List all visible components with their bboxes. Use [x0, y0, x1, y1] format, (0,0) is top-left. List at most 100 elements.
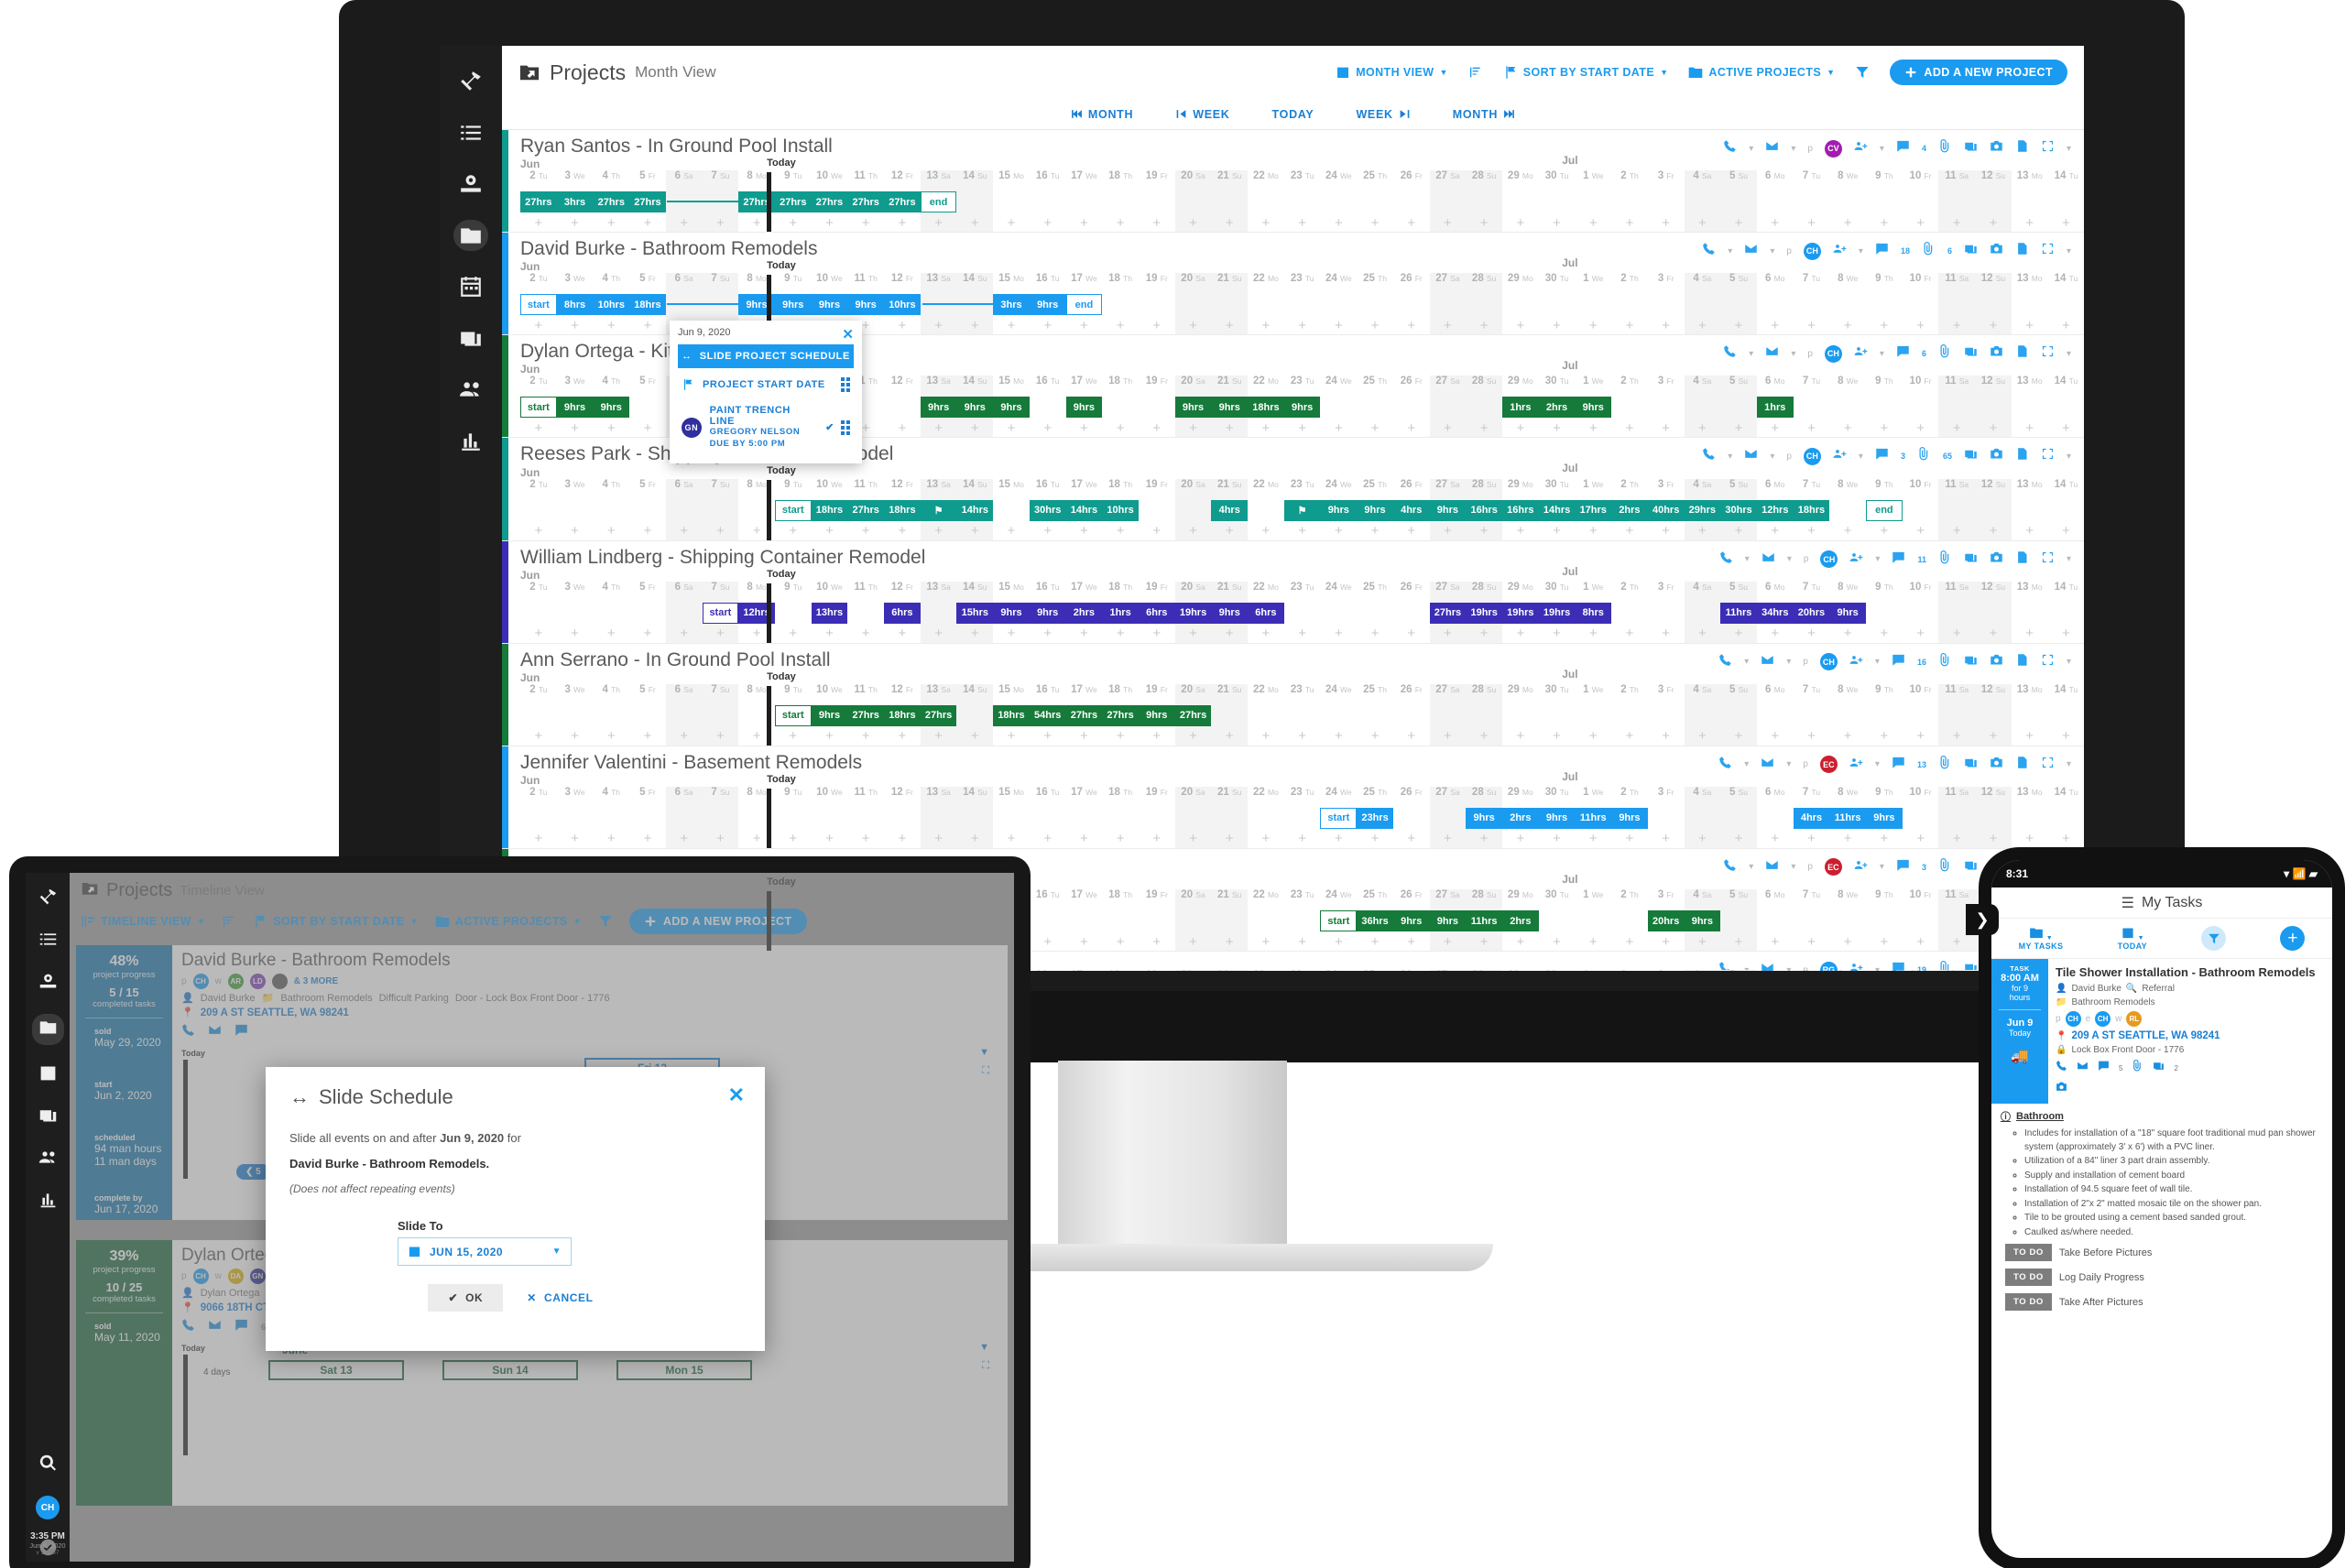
add-event-cell[interactable]: + — [1575, 522, 1611, 540]
add-event-cell[interactable]: + — [1030, 932, 1066, 951]
gantt-cell[interactable]: 8hrs — [1575, 602, 1612, 625]
add-event-cell[interactable]: + — [1539, 727, 1576, 746]
date-cell[interactable]: 8 We — [1829, 170, 1866, 191]
gantt-cell[interactable] — [812, 807, 848, 830]
date-cell[interactable]: 6 Mo — [1757, 787, 1794, 807]
gantt-chip[interactable]: 18hrs — [993, 704, 1030, 726]
add-event-cell[interactable]: + — [1320, 316, 1357, 334]
gantt-cell[interactable] — [1466, 293, 1502, 317]
date-cell[interactable]: 24 We — [1320, 787, 1357, 807]
gantt-cell[interactable] — [1248, 909, 1284, 932]
gantt-chip[interactable]: 13hrs — [811, 602, 848, 624]
gantt-chip[interactable]: start — [774, 704, 812, 726]
comment-icon[interactable] — [1896, 344, 1910, 363]
date-cell[interactable]: 10 Fr — [1903, 376, 1939, 396]
gantt-cell[interactable] — [1320, 191, 1357, 213]
document-icon[interactable] — [2015, 242, 2029, 260]
add-event-cell[interactable]: + — [1757, 522, 1794, 540]
add-event-cell[interactable]: + — [1794, 419, 1830, 437]
date-cell[interactable]: 7 Tu — [1794, 970, 1830, 971]
add-event-cell[interactable]: + — [1611, 932, 1648, 951]
date-cell[interactable]: 3 Fr — [1648, 376, 1685, 396]
gantt-chip[interactable]: 27hrs — [520, 191, 557, 213]
date-cell[interactable]: 28 Su — [1466, 970, 1502, 971]
sort-order-icon[interactable] — [1468, 65, 1483, 80]
project-row[interactable]: William Lindberg - Shipping Container Re… — [502, 540, 2084, 644]
add-event-cell[interactable]: + — [1684, 829, 1721, 848]
gantt-cell[interactable]: 9hrs — [1138, 704, 1175, 727]
gantt-cell[interactable] — [1794, 396, 1830, 419]
gantt-cell[interactable] — [1320, 602, 1357, 625]
gantt-cell[interactable]: 14hrs — [1065, 499, 1103, 522]
gantt-cell[interactable] — [847, 807, 884, 830]
gantt-bar-row[interactable]: start 18hrs 27hrs 18hrs ⚑ 14hrs 30hrs 14hrs 10hr… — [511, 498, 2084, 522]
month-view-dropdown[interactable]: MONTH VIEW ▼ — [1336, 65, 1448, 80]
cancel-button[interactable]: ✕ CANCEL — [518, 1284, 602, 1312]
gantt-cell[interactable]: 27hrs — [1102, 704, 1139, 727]
avatar[interactable]: CH — [36, 1496, 60, 1519]
chevron-down-icon[interactable]: ▾ — [1880, 349, 1884, 359]
gantt-cell[interactable] — [1030, 909, 1066, 932]
add-event-cell[interactable]: + — [1502, 727, 1539, 746]
gantt-cell[interactable] — [1284, 909, 1321, 932]
add-event-cell[interactable]: + — [1938, 932, 1976, 952]
add-event-cell[interactable]: + — [1466, 316, 1502, 335]
gantt-chip[interactable]: end — [1065, 294, 1103, 316]
calendar-icon[interactable] — [453, 271, 488, 302]
gantt-cell[interactable] — [1938, 191, 1976, 214]
gantt-cell[interactable]: 18hrs — [884, 704, 921, 727]
add-event-cell[interactable]: + — [1357, 522, 1393, 540]
add-event-cell[interactable]: + — [920, 726, 957, 746]
date-cell[interactable]: 2 Th — [1611, 684, 1648, 704]
gantt-chip[interactable]: 27hrs — [884, 191, 921, 213]
gantt-cell[interactable]: 9hrs — [993, 396, 1030, 419]
date-cell[interactable]: 29 Mo — [1502, 889, 1539, 909]
date-cell[interactable]: 28 Su — [1466, 786, 1502, 807]
date-cell[interactable]: 22 Mo — [1248, 582, 1284, 602]
nav-prev-week[interactable]: WEEK — [1175, 108, 1229, 121]
gantt-cell[interactable] — [557, 602, 594, 625]
add-event-cell[interactable]: + — [847, 522, 884, 540]
gantt-cell[interactable]: 10hrs — [593, 293, 630, 316]
gantt-chip[interactable]: 2hrs — [1611, 499, 1648, 521]
add-event-cell[interactable]: + — [1102, 830, 1139, 848]
gantt-chip[interactable]: 16hrs — [1466, 499, 1502, 521]
date-cell[interactable]: 5 Fr — [629, 479, 666, 499]
project-action-icons[interactable] — [181, 1023, 998, 1041]
gantt-cell[interactable] — [1829, 499, 1866, 522]
date-cell[interactable]: 3 We — [557, 479, 594, 499]
gantt-cell[interactable] — [1284, 602, 1321, 625]
assign-icon[interactable] — [1833, 242, 1847, 260]
phone-icon[interactable] — [1718, 653, 1732, 671]
add-event-cell[interactable]: + — [1211, 521, 1249, 540]
add-event-cell[interactable]: + — [1030, 727, 1066, 746]
date-cell[interactable]: 4 Th — [593, 684, 629, 704]
phone-icon[interactable] — [1718, 756, 1732, 774]
add-event-cell[interactable]: + — [1502, 932, 1539, 951]
gantt-cell[interactable]: 9hrs — [1866, 807, 1903, 830]
add-event-cell[interactable]: + — [1648, 625, 1685, 643]
add-event-cell[interactable]: + — [1211, 829, 1249, 848]
gantt-cell[interactable]: 27hrs — [593, 191, 630, 213]
gantt-cell[interactable]: start — [774, 704, 812, 727]
date-cell[interactable]: 30 Tu — [1539, 479, 1576, 499]
gantt-chip[interactable]: 8hrs — [556, 294, 594, 316]
gantt-chip[interactable]: 6hrs — [884, 602, 921, 624]
add-event-cell[interactable]: + — [1393, 419, 1430, 437]
gantt-cell[interactable]: 14hrs — [1538, 499, 1576, 522]
phone-icon[interactable] — [1723, 139, 1737, 158]
date-cell[interactable]: 2 Th — [1611, 970, 1648, 971]
date-cell[interactable]: 9 Th — [1866, 970, 1903, 971]
gantt-cell[interactable] — [1539, 293, 1576, 316]
assign-icon[interactable] — [1833, 447, 1847, 465]
gantt-cell[interactable]: 9hrs — [1538, 807, 1576, 830]
date-cell[interactable]: 11 Th — [847, 273, 884, 293]
attachment-icon[interactable] — [1922, 242, 1936, 260]
add-event-cell[interactable]: + — [847, 830, 884, 848]
add-event-cell[interactable]: + — [1284, 522, 1321, 540]
gantt-chip[interactable]: 27hrs — [593, 191, 630, 213]
add-event-cell[interactable]: + — [1938, 419, 1976, 438]
add-event-cell[interactable]: + — [993, 522, 1030, 540]
date-cell[interactable]: 17 We — [1066, 787, 1103, 807]
add-event-cell[interactable]: + — [920, 829, 957, 848]
